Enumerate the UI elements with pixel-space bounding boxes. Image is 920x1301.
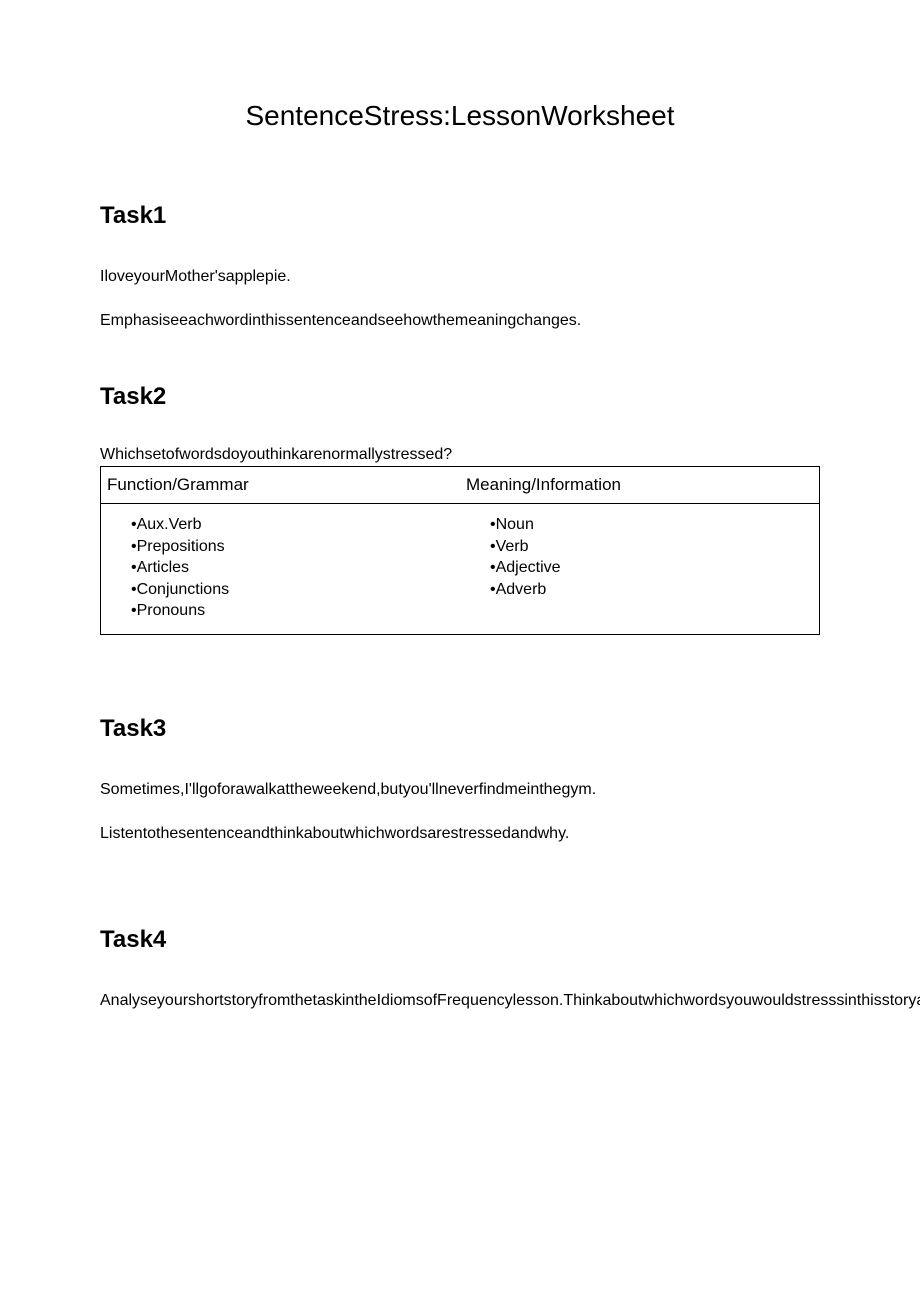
list-item: •Conjunctions xyxy=(131,579,454,601)
col1-body: •Aux.Verb •Prepositions •Articles •Conju… xyxy=(101,504,460,634)
task2-section: Whichsetofwordsdoyouthinkarenormallystre… xyxy=(100,446,820,635)
list-item: •Aux.Verb xyxy=(131,514,454,536)
list-item: •Verb xyxy=(490,536,813,558)
list-item: •Adverb xyxy=(490,579,813,601)
task3-sentence: Sometimes,I'llgoforawalkattheweekend,but… xyxy=(100,778,820,802)
col1-header: Function/Grammar xyxy=(101,467,460,503)
task2-question: Whichsetofwordsdoyouthinkarenormallystre… xyxy=(100,446,820,464)
task2-table: Function/Grammar Meaning/Information •Au… xyxy=(100,466,820,635)
task1-sentence: IloveyourMother'sapplepie. xyxy=(100,265,820,289)
task1-instruction: Emphasiseeachwordinthissentenceandseehow… xyxy=(100,309,820,333)
col2-header: Meaning/Information xyxy=(460,467,819,503)
task2-heading: Task2 xyxy=(100,383,820,411)
task1-heading: Task1 xyxy=(100,202,820,230)
list-item: •Adjective xyxy=(490,557,813,579)
list-item: •Prepositions xyxy=(131,536,454,558)
table-body-row: •Aux.Verb •Prepositions •Articles •Conju… xyxy=(101,504,819,634)
list-item: •Pronouns xyxy=(131,600,454,622)
document-title: SentenceStress:LessonWorksheet xyxy=(100,100,820,132)
task4-heading: Task4 xyxy=(100,926,820,954)
col2-body: •Noun •Verb •Adjective •Adverb xyxy=(460,504,819,634)
table-header-row: Function/Grammar Meaning/Information xyxy=(101,467,819,504)
list-item: •Articles xyxy=(131,557,454,579)
task3-heading: Task3 xyxy=(100,715,820,743)
task4-instruction: AnalyseyourshortstoryfromthetaskintheIdi… xyxy=(100,989,820,1013)
task3-instruction: Listentothesentenceandthinkaboutwhichwor… xyxy=(100,822,820,846)
list-item: •Noun xyxy=(490,514,813,536)
